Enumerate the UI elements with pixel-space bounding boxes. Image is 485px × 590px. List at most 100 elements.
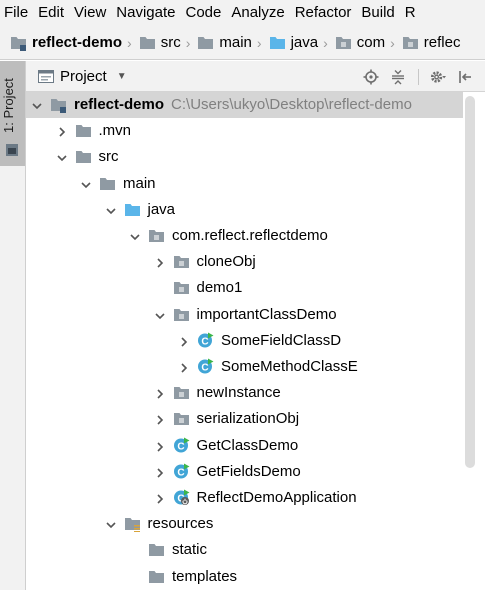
chevron-right-icon[interactable] [178,335,190,347]
breadcrumb-label: src [160,34,181,51]
package-icon [173,254,190,270]
source-folder-icon [269,35,286,51]
tree-label-text: static [172,541,208,559]
tree-row-templates[interactable]: templates [26,564,463,590]
breadcrumb-item-main[interactable]: main [197,26,252,59]
tree-row-getclassdemo[interactable]: C GetClassDemo [26,433,463,459]
module-folder-icon [50,97,67,113]
tree-row-importantclassdemo[interactable]: importantClassDemo [26,302,463,328]
tree-row-com-reflect-reflectdemo[interactable]: com.reflect.reflectdemo [26,223,463,249]
project-tree: reflect-demo C:\Users\ukyo\Desktop\reflec… [26,92,485,590]
svg-text:C: C [201,362,208,373]
tree-row-src[interactable]: src [26,144,463,170]
tree-label: SomeFieldClassD [221,332,341,350]
folder-icon [148,569,165,585]
tree-row-java[interactable]: java [26,197,463,223]
project-folder-icon [38,70,54,83]
project-tool-tab[interactable]: 1: Project [0,61,25,166]
chevron-down-icon[interactable] [105,204,117,216]
chevron-down-icon[interactable] [129,230,141,242]
tree-label: cloneObj [197,253,256,271]
menu-navigate[interactable]: Navigate [111,0,180,26]
runnable-class-icon: C [173,437,190,453]
chevron-right-icon[interactable] [154,256,166,268]
resources-folder-icon [124,516,141,533]
tree-label: ReflectDemoApplication [197,489,357,507]
tree-row-demo1[interactable]: demo1 [26,275,463,301]
menu-build[interactable]: Build [356,0,399,26]
tree-row-serializationobj[interactable]: serializationObj [26,406,463,432]
chevron-down-icon[interactable] [56,151,68,163]
tree-label-text: resources [147,515,214,533]
menu-view[interactable]: View [69,0,111,26]
chevron-right-icon: › [185,34,191,51]
folder-icon [99,176,116,192]
package-icon [402,35,419,51]
package-icon [173,307,190,323]
package-icon [173,280,190,296]
hide-panel-icon[interactable] [457,69,473,85]
menu-file[interactable]: File [0,0,33,26]
runnable-class-icon: C [197,358,214,374]
tree-row-somemethodclasse[interactable]: C SomeMethodClassE [26,354,463,380]
menu-edit[interactable]: Edit [33,0,69,26]
collapse-all-icon[interactable] [390,69,406,85]
chevron-right-icon[interactable] [154,466,166,478]
folder-icon [197,35,214,51]
spring-boot-class-icon: C [173,489,190,505]
tree-label-text: templates [172,567,238,585]
tree-row-getfieldsdemo[interactable]: C GetFieldsDemo [26,459,463,485]
chevron-down-icon[interactable] [31,99,43,111]
menu-analyze[interactable]: Analyze [226,0,289,26]
chevron-right-icon[interactable] [154,413,166,425]
breadcrumb-label: reflect-demo [32,34,123,51]
tree-label: importantClassDemo [197,306,337,324]
chevron-right-icon[interactable] [178,361,190,373]
tree-row-reflectdemoapplication[interactable]: C ReflectDemoApplication [26,485,463,511]
menu-r[interactable]: R [400,0,421,26]
tree-row-static[interactable]: static [26,537,463,563]
breadcrumb-item-reflec[interactable]: reflec [402,26,461,59]
chevron-down-icon[interactable] [80,178,92,190]
tree-label: main [123,175,156,193]
chevron-down-icon[interactable] [154,309,166,321]
svg-text:C: C [201,336,208,347]
package-icon [335,35,352,51]
breadcrumb-label: java [290,34,319,51]
tree-label-text: java [147,200,176,218]
tree-row-resources[interactable]: resources [26,511,463,537]
folder-icon [148,542,165,558]
tree-label-text: cloneObj [196,253,256,271]
breadcrumb-item-java[interactable]: java [269,26,319,59]
tree-row-main[interactable]: main [26,171,463,197]
chevron-right-icon: › [127,34,132,51]
tree-label: GetClassDemo [197,437,299,455]
breadcrumb-label: com [356,34,386,51]
tree-row-mvn[interactable]: .mvn [26,118,463,144]
locate-icon[interactable] [363,69,379,85]
tree-label-text: GetClassDemo [196,436,299,454]
settings-gear-icon[interactable] [430,69,446,85]
tree-row-somefieldclassd[interactable]: C SomeFieldClassD [26,328,463,354]
chevron-down-icon[interactable] [105,518,117,530]
chevron-right-icon[interactable] [56,125,68,137]
menu-code[interactable]: Code [180,0,226,26]
chevron-right-icon: › [256,34,262,51]
tree-row-newinstance[interactable]: newInstance [26,380,463,406]
chevron-right-icon[interactable] [154,387,166,399]
project-view-selector[interactable]: Project ▼ [38,68,127,85]
scrollbar-thumb[interactable] [465,96,475,468]
breadcrumb-item-com[interactable]: com [335,26,386,59]
tree-row-reflect-demo[interactable]: reflect-demo C:\Users\ukyo\Desktop\reflec… [26,92,463,118]
tree-label-text: main [123,174,156,192]
package-icon [173,411,190,427]
chevron-right-icon[interactable] [154,440,166,452]
breadcrumb-item-reflect-demo[interactable]: reflect-demo [10,26,123,59]
breadcrumb-label: reflec [423,34,461,51]
panel-toolbar [352,61,473,92]
tree-label: static [172,541,207,559]
tree-row-cloneobj[interactable]: cloneObj [26,249,463,275]
menu-refactor[interactable]: Refactor [290,0,357,26]
chevron-right-icon[interactable] [154,492,166,504]
breadcrumb-item-src[interactable]: src [139,26,181,59]
